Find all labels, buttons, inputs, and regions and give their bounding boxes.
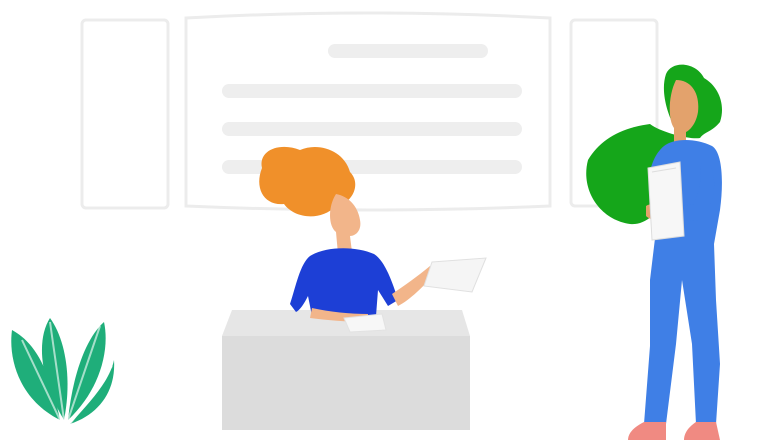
panel-line-1 (222, 84, 522, 98)
center-panel (184, 11, 552, 212)
illustration-stage (0, 0, 769, 448)
panel-title-bar (328, 44, 488, 58)
standing-shoe-left (628, 422, 666, 440)
panel-line-2 (222, 122, 522, 136)
folder-sheet (647, 161, 685, 241)
seated-face (330, 194, 361, 254)
office-illustration (11, 11, 723, 440)
seated-top (290, 248, 398, 316)
desk-front (222, 336, 470, 430)
held-paper (423, 257, 487, 293)
standing-person (586, 64, 723, 440)
standing-shoe-right (684, 422, 720, 440)
folder-icon (647, 161, 685, 241)
left-panel (80, 18, 170, 210)
desk (222, 310, 470, 430)
wireframe-board-icon (80, 11, 659, 212)
plant-icon (11, 318, 115, 425)
